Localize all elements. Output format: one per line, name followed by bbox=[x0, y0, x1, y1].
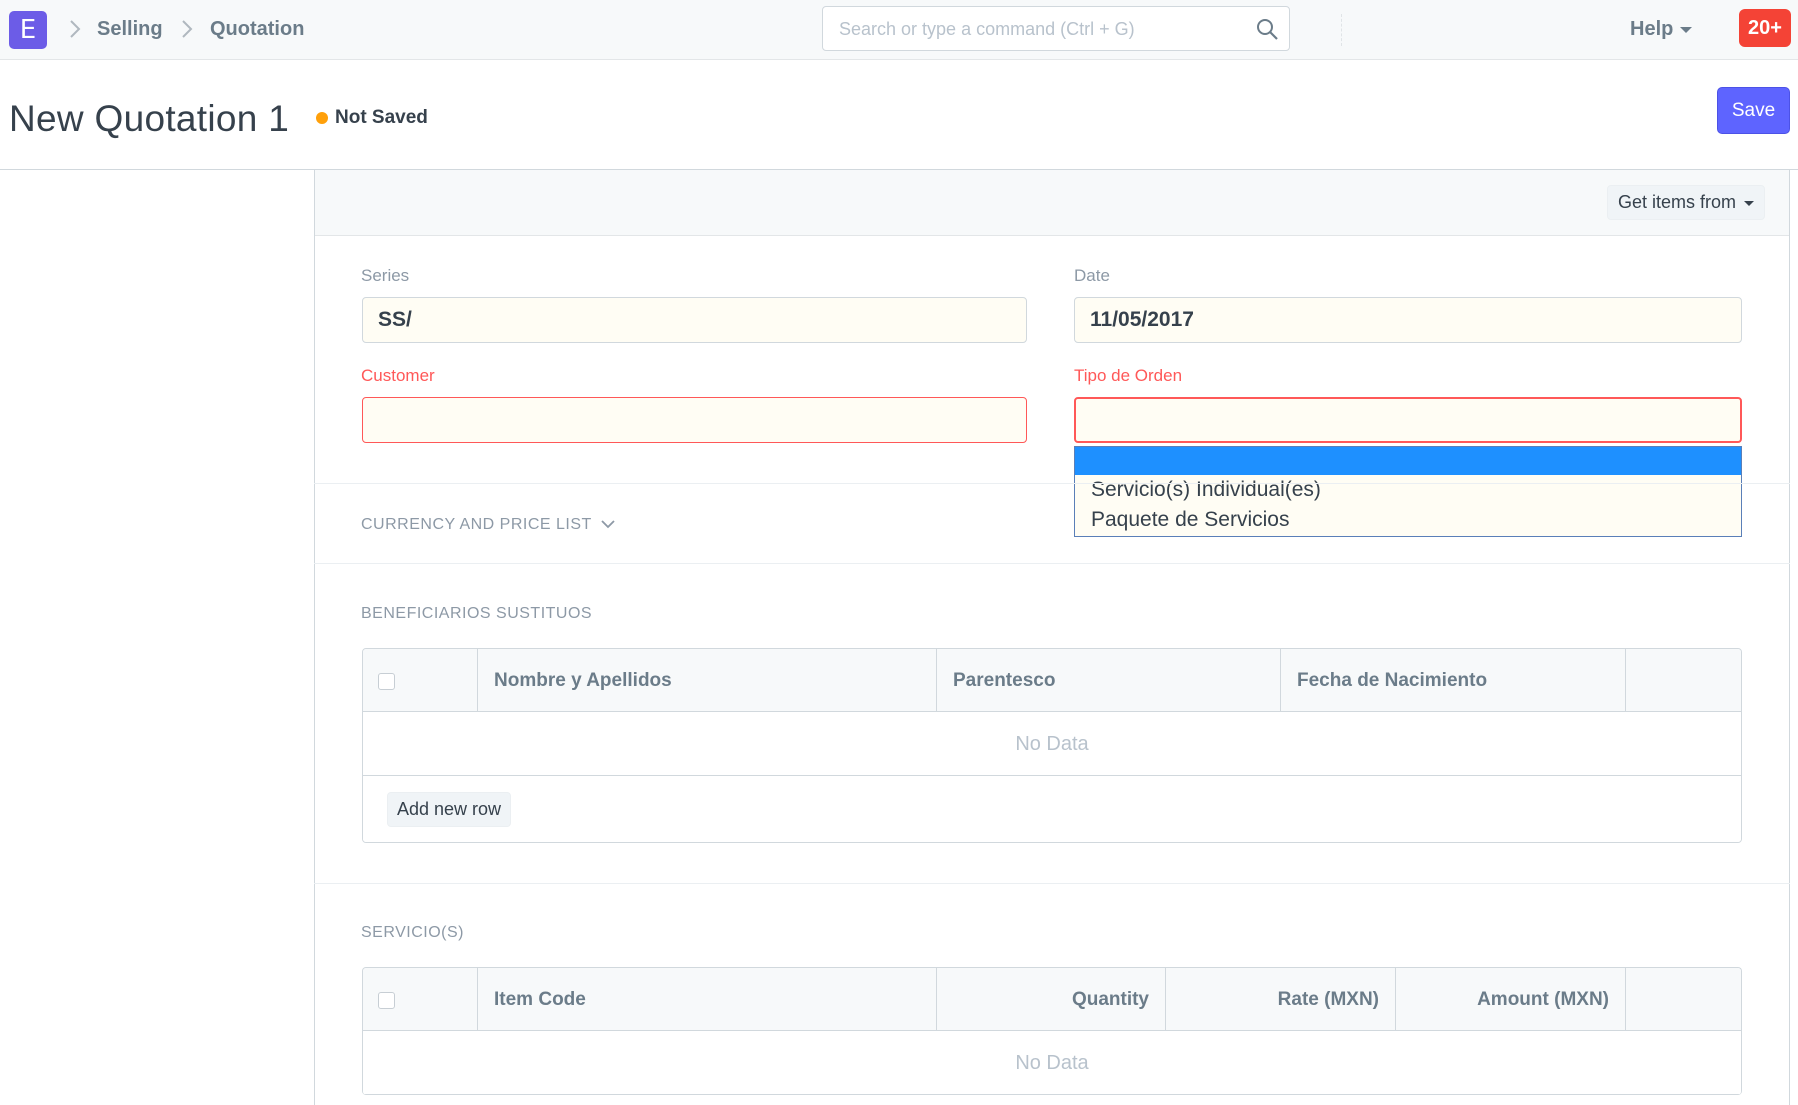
navbar-divider bbox=[1341, 14, 1342, 46]
grid-empty-state: No Data bbox=[363, 712, 1741, 776]
tipo-de-orden-select[interactable] bbox=[1074, 397, 1742, 443]
section-currency-price-list[interactable]: CURRENCY AND PRICE LIST bbox=[361, 516, 592, 534]
grid-footer: Add new row bbox=[363, 776, 1741, 842]
help-menu[interactable]: Help bbox=[1630, 18, 1673, 41]
section-servicios: SERVICIO(S) bbox=[361, 924, 464, 941]
section-divider bbox=[314, 483, 1790, 484]
grid-select-column bbox=[363, 968, 478, 1031]
form-toolbar: Get items from bbox=[315, 170, 1789, 236]
notification-badge[interactable]: 20+ bbox=[1739, 9, 1791, 47]
grid-header: Item Code Quantity Rate (MXN) Amount (MX… bbox=[363, 968, 1741, 1031]
get-items-label: Get items from bbox=[1617, 192, 1736, 212]
tipo-de-orden-label: Tipo de Orden bbox=[1074, 366, 1183, 385]
select-all-checkbox[interactable] bbox=[378, 673, 395, 690]
date-label: Date bbox=[1074, 266, 1110, 285]
column-quantity: Quantity bbox=[937, 968, 1166, 1031]
series-field[interactable]: SS/ bbox=[362, 297, 1027, 343]
dropdown-option-empty[interactable] bbox=[1075, 447, 1741, 475]
section-beneficiarios-sustituos: BENEFICIARIOS SUSTITUOS bbox=[361, 605, 593, 622]
navbar: E Selling Quotation Search or type a com… bbox=[0, 0, 1798, 60]
column-item-code: Item Code bbox=[478, 968, 937, 1031]
customer-label: Customer bbox=[361, 366, 435, 385]
section-divider bbox=[314, 883, 1790, 884]
page-title: New Quotation 1 bbox=[9, 98, 290, 139]
caret-down-icon bbox=[1744, 201, 1754, 206]
status-indicator-dot bbox=[316, 112, 328, 124]
add-new-row-button[interactable]: Add new row bbox=[387, 792, 512, 827]
search-placeholder: Search or type a command (Ctrl + G) bbox=[839, 19, 1135, 39]
chevron-right-icon bbox=[68, 18, 82, 40]
column-parentesco: Parentesco bbox=[937, 649, 1281, 712]
chevron-down-icon[interactable] bbox=[600, 516, 616, 532]
column-nombre-y-apellidos: Nombre y Apellidos bbox=[478, 649, 937, 712]
caret-down-icon[interactable] bbox=[1680, 27, 1692, 33]
breadcrumb-quotation[interactable]: Quotation bbox=[210, 18, 304, 41]
dropdown-option-servicios-individuales[interactable]: Servicio(s) Individual(es) bbox=[1075, 475, 1741, 505]
save-button[interactable]: Save bbox=[1717, 87, 1790, 134]
search-icon[interactable] bbox=[1255, 17, 1279, 41]
grid-empty-state: No Data bbox=[363, 1031, 1741, 1095]
column-rate: Rate (MXN) bbox=[1166, 968, 1396, 1031]
app-logo[interactable]: E bbox=[9, 11, 47, 49]
section-divider bbox=[314, 563, 1790, 564]
status-badge: Not Saved bbox=[335, 107, 428, 128]
get-items-from-button[interactable]: Get items from bbox=[1606, 185, 1765, 220]
date-field[interactable]: 11/05/2017 bbox=[1074, 297, 1742, 343]
search-input[interactable]: Search or type a command (Ctrl + G) bbox=[822, 6, 1290, 51]
series-label: Series bbox=[361, 266, 410, 285]
customer-field[interactable] bbox=[362, 397, 1027, 443]
grid-select-column bbox=[363, 649, 478, 712]
tipo-de-orden-dropdown[interactable]: Servicio(s) Individual(es) Paquete de Se… bbox=[1074, 446, 1742, 537]
chevron-right-icon bbox=[180, 18, 194, 40]
dropdown-option-paquete-de-servicios[interactable]: Paquete de Servicios bbox=[1075, 505, 1741, 535]
column-amount: Amount (MXN) bbox=[1396, 968, 1626, 1031]
beneficiarios-grid: Nombre y Apellidos Parentesco Fecha de N… bbox=[362, 648, 1742, 843]
breadcrumb-selling[interactable]: Selling bbox=[97, 18, 163, 41]
servicios-grid: Item Code Quantity Rate (MXN) Amount (MX… bbox=[362, 967, 1742, 1095]
column-fecha-de-nacimiento: Fecha de Nacimiento bbox=[1281, 649, 1626, 712]
grid-header: Nombre y Apellidos Parentesco Fecha de N… bbox=[363, 649, 1741, 712]
select-all-checkbox[interactable] bbox=[378, 992, 395, 1009]
